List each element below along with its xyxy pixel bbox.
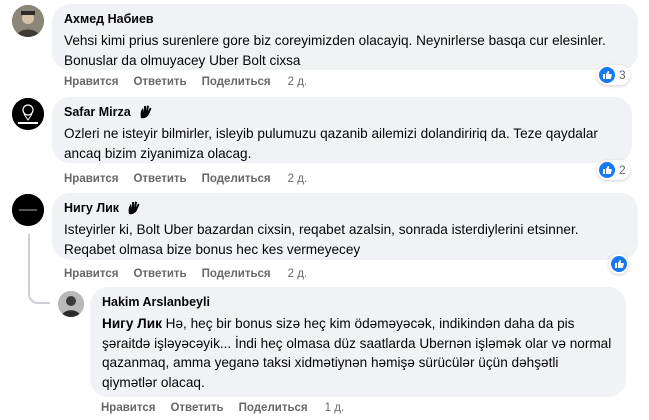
comment-actions: Нравится Ответить Поделиться 2 д. [64, 268, 322, 280]
share-button[interactable]: Поделиться [202, 76, 271, 88]
top-fan-badge-icon [138, 104, 154, 120]
like-button[interactable]: Нравится [64, 173, 118, 185]
comment-author: Safar Mirza [64, 104, 620, 120]
comment-actions: Нравится Ответить Поделиться 2 д. [64, 76, 322, 88]
avatar[interactable] [58, 291, 84, 317]
comment-bubble: Safar Mirza Ozleri ne isteyir bilmirler,… [52, 97, 632, 163]
comment-text: Ozleri ne isteyir bilmirler, isleyib pul… [64, 126, 598, 161]
comment-text: Vehsi kimi prius surenlere gore biz core… [64, 33, 606, 68]
author-name[interactable]: Safar Mirza [64, 104, 131, 120]
reply-button[interactable]: Ответить [133, 173, 186, 185]
share-button[interactable]: Поделиться [202, 268, 271, 280]
comment-actions: Нравится Ответить Поделиться 1 д. [101, 402, 359, 414]
timestamp[interactable]: 2 д. [288, 173, 308, 185]
comment-text: Нигу Лик Hə, heç bir bonus sizə heç kim … [102, 314, 614, 392]
reply-button[interactable]: Ответить [133, 268, 186, 280]
comment-author[interactable]: Hakim Arslanbeyli [102, 294, 614, 310]
comment-bubble: Ахмед Набиев Vehsi kimi prius surenlere … [52, 4, 638, 70]
avatar[interactable] [12, 98, 44, 130]
like-button[interactable]: Нравится [101, 402, 155, 414]
comment-author: Нигу Лик [64, 200, 626, 216]
like-icon [599, 67, 615, 83]
like-icon [599, 162, 615, 178]
avatar[interactable] [12, 5, 44, 37]
comment-text: Isteyirler ki, Bolt Uber bazardan cixsin… [64, 222, 579, 257]
share-button[interactable]: Поделиться [202, 173, 271, 185]
mention-link[interactable]: Нигу Лик [102, 316, 162, 331]
top-fan-badge-icon [126, 200, 142, 216]
reply-button[interactable]: Ответить [133, 76, 186, 88]
comment-bubble: Hakim Arslanbeyli Нигу Лик Hə, heç bir b… [90, 287, 626, 397]
author-name[interactable]: Нигу Лик [64, 200, 119, 216]
reply-body: Hə, heç bir bonus sizə heç kim ödəməyəcə… [102, 316, 612, 390]
thread-connector [28, 234, 50, 304]
like-icon [611, 256, 627, 272]
comment-actions: Нравится Ответить Поделиться 2 д. [64, 173, 322, 185]
reaction-number: 3 [619, 68, 626, 82]
share-button[interactable]: Поделиться [239, 402, 308, 414]
timestamp[interactable]: 1 д. [325, 402, 345, 414]
avatar[interactable] [12, 194, 44, 226]
comment-author[interactable]: Ахмед Набиев [64, 11, 626, 27]
reply-button[interactable]: Ответить [170, 402, 223, 414]
like-button[interactable]: Нравится [64, 268, 118, 280]
reaction-count[interactable]: 2 [597, 160, 630, 180]
reaction-number: 2 [619, 163, 626, 177]
reaction-count[interactable]: 3 [597, 65, 630, 85]
timestamp[interactable]: 2 д. [288, 76, 308, 88]
reaction-count[interactable] [609, 254, 629, 274]
timestamp[interactable]: 2 д. [288, 268, 308, 280]
like-button[interactable]: Нравится [64, 76, 118, 88]
comment-bubble: Нигу Лик Isteyirler ki, Bolt Uber bazard… [52, 193, 638, 260]
